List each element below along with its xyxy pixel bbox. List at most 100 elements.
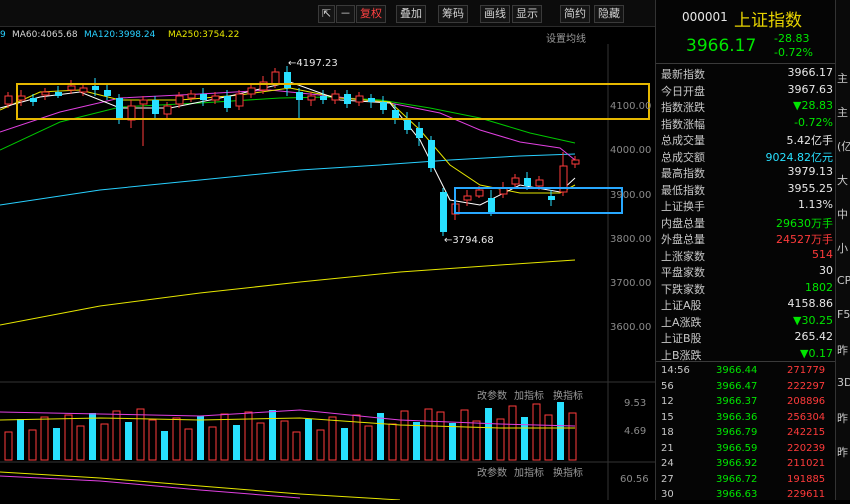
quote-row-label: 上证A股	[661, 299, 702, 312]
volume-bar	[388, 423, 397, 461]
quote-row-label: 上A涨跌	[661, 315, 702, 329]
tick-volume: 208896	[787, 396, 826, 407]
volume-bar	[460, 409, 469, 461]
quote-row-label: 上证B股	[661, 332, 702, 345]
volume-bar	[4, 431, 13, 461]
simple-button[interactable]: 简约	[560, 5, 590, 23]
quote-row: 上证换手 1.13%	[661, 198, 833, 214]
candle-body	[344, 94, 351, 104]
vol-add-indicator-button[interactable]: 加指标	[514, 387, 544, 402]
tick-row: 12 3966.37 208896	[661, 396, 833, 411]
edge-label: 主	[837, 106, 848, 119]
settings-ma-button[interactable]: 设置均线	[546, 30, 586, 45]
candle-body	[524, 178, 531, 186]
volume-bar	[172, 417, 181, 461]
macd-switch-indicator-button[interactable]: 换指标	[553, 464, 583, 479]
tick-time: 27	[661, 473, 674, 485]
adjust-button[interactable]: 复权	[356, 5, 386, 23]
candle-body	[271, 71, 280, 85]
quote-row-value: 30	[819, 264, 833, 277]
kline-chart[interactable]	[0, 44, 655, 500]
edge-label: 中	[837, 208, 848, 221]
edge-label: 昨	[837, 412, 848, 425]
display-button[interactable]: 显示	[512, 5, 542, 23]
volume-bar	[161, 431, 168, 460]
candle-body	[475, 189, 484, 197]
tick-time: 21	[661, 442, 674, 454]
quote-row-label: 指数涨幅	[661, 117, 705, 131]
tick-price: 3966.72	[716, 473, 758, 485]
volume-bar	[197, 416, 204, 460]
edge-label: 昨	[837, 344, 848, 357]
ma-marker: 9	[0, 30, 6, 40]
vol-change-params-button[interactable]: 改参数	[477, 387, 507, 402]
tick-price: 3966.37	[716, 396, 758, 407]
hide-button[interactable]: 隐藏	[594, 5, 624, 23]
quote-row-label: 平盘家数	[661, 266, 705, 279]
volume-bar	[76, 425, 85, 461]
candle-body	[247, 87, 256, 95]
quote-row-value: 9024.82亿元	[765, 150, 834, 164]
candle-body	[187, 93, 196, 99]
chips-button[interactable]: 筹码	[438, 5, 468, 23]
volume-bar	[17, 419, 24, 460]
vol-tick: 4.69	[624, 426, 647, 437]
restore-button[interactable]: ⇱	[318, 5, 336, 23]
ma120-label: MA120:3998.24	[84, 30, 156, 40]
quote-header: 000001 上证指数	[656, 6, 846, 31]
quote-row: 上证B股 265.42	[661, 330, 833, 346]
tick-row: 14:56 3966.44 271779	[661, 365, 833, 380]
candle-body	[511, 177, 520, 185]
volume-bar	[364, 425, 373, 461]
volume-bar	[280, 420, 289, 461]
candle-body	[235, 93, 244, 107]
candle-body	[428, 140, 435, 168]
zoom-out-button[interactable]: －	[336, 5, 355, 23]
candle-body	[41, 91, 50, 96]
candle-body	[116, 98, 123, 118]
edge-label: 主	[837, 72, 848, 85]
price-change: -28.83	[774, 32, 810, 45]
quote-row: 今日开盘 3967.63	[661, 83, 833, 99]
vol-switch-indicator-button[interactable]: 换指标	[553, 387, 583, 402]
ma20-line	[0, 89, 576, 161]
quote-row-label: 总成交量	[661, 134, 705, 147]
volume-bar	[233, 425, 240, 460]
tick-volume: 271779	[787, 365, 826, 376]
price-tick: 4100.00	[610, 101, 652, 112]
volume-bar	[316, 429, 325, 461]
tick-row: 24 3966.92 211021	[661, 458, 833, 473]
quote-row-label: 最低指数	[661, 183, 705, 197]
volume-bar	[377, 413, 384, 460]
candle-body	[67, 85, 76, 91]
quote-row: 指数涨跌 ▼28.83	[661, 99, 833, 115]
price-tick: 3600.00	[610, 322, 652, 333]
volume-bar	[184, 428, 193, 461]
quote-row-value: 514	[812, 247, 833, 261]
tick-row: 27 3966.72 191885	[661, 474, 833, 489]
ma-legend: 9 MA60:4065.68 MA120:3998.24 MA250:3754.…	[0, 30, 610, 44]
edge-label: 大	[837, 174, 848, 187]
quote-row-value: 24527万手	[776, 233, 833, 246]
price-tick: 3700.00	[610, 278, 652, 289]
draw-button[interactable]: 画线	[480, 5, 510, 23]
low-annotation: ←3794.68	[444, 235, 494, 246]
quote-panel: 000001 上证指数 3966.17 -28.83 -0.72% 最新指数 39…	[655, 0, 850, 500]
candle-body	[224, 96, 231, 108]
volume-bar	[424, 408, 433, 461]
quote-row-value: ▼28.83	[793, 99, 833, 112]
tick-row: 15 3966.36 256304	[661, 412, 833, 427]
macd-add-indicator-button[interactable]: 加指标	[514, 464, 544, 479]
macd-change-params-button[interactable]: 改参数	[477, 464, 507, 479]
quote-row-value: 1.13%	[798, 198, 833, 211]
candle-body	[175, 95, 184, 105]
volume-bar	[449, 423, 456, 460]
tick-time: 56	[661, 380, 674, 392]
volume-bar	[508, 405, 517, 461]
price-tick: 3900.00	[610, 190, 652, 201]
tick-price: 3966.59	[716, 442, 758, 454]
quote-row-label: 下跌家数	[661, 282, 705, 296]
divider	[656, 361, 836, 362]
overlay-button[interactable]: 叠加	[396, 5, 426, 23]
quote-row-value: ▼0.17	[800, 346, 833, 360]
